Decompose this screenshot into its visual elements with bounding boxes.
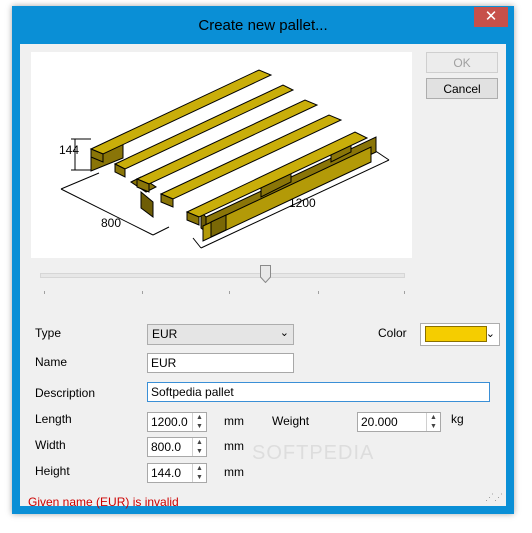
pallet-drawing: 144 800 1200	[59, 69, 390, 249]
spin-down-icon[interactable]: ▼	[193, 473, 206, 482]
height-label: Height	[35, 464, 70, 478]
title-bar[interactable]: Create new pallet... ✕	[12, 6, 514, 44]
slider-tick	[318, 291, 319, 294]
weight-label: Weight	[272, 414, 310, 428]
width-input[interactable]: 800.0 ▲ ▼	[147, 437, 207, 457]
description-input[interactable]: Softpedia pallet	[147, 382, 490, 402]
ok-button[interactable]: OK	[426, 52, 498, 73]
spin-down-icon[interactable]: ▼	[427, 422, 440, 431]
width-label: Width	[35, 438, 66, 452]
slider-tick	[404, 291, 405, 294]
spin-up-icon[interactable]: ▲	[193, 413, 206, 422]
name-label: Name	[35, 355, 68, 369]
color-swatch	[425, 326, 487, 342]
width-unit: mm	[224, 439, 244, 453]
type-label: Type	[35, 326, 62, 340]
type-select-value: EUR	[152, 327, 178, 341]
length-value: 1200.0	[151, 415, 188, 429]
description-label: Description	[35, 386, 96, 400]
dialog-body: 144 800 1200 OK Cancel Type EUR ⌄ Color …	[20, 44, 506, 509]
spin-up-icon[interactable]: ▲	[193, 438, 206, 447]
close-icon: ✕	[484, 8, 498, 25]
spin-up-icon[interactable]: ▲	[193, 464, 206, 473]
weight-input[interactable]: 20.000 ▲ ▼	[357, 412, 441, 432]
height-unit: mm	[224, 465, 244, 479]
length-spinner[interactable]: ▲ ▼	[192, 413, 206, 431]
cancel-button[interactable]: Cancel	[426, 78, 498, 99]
resize-grip-icon[interactable]: ⋰⋰	[485, 492, 503, 503]
length-unit: mm	[224, 414, 244, 428]
pallet-preview: 144 800 1200	[31, 52, 412, 258]
length-label: Length	[35, 412, 72, 426]
chevron-down-icon: ⌄	[485, 328, 495, 340]
spin-up-icon[interactable]: ▲	[427, 413, 440, 422]
width-value: 800.0	[151, 440, 182, 454]
window-title: Create new pallet...	[198, 17, 328, 34]
weight-unit: kg	[451, 412, 464, 426]
watermark: SOFTPEDIA	[252, 442, 375, 464]
spin-down-icon[interactable]: ▼	[193, 447, 206, 456]
width-dimension-label: 800	[101, 216, 121, 230]
status-message: Given name (EUR) is invalid	[28, 495, 179, 509]
name-input[interactable]: EUR	[147, 353, 294, 373]
weight-value: 20.000	[361, 415, 398, 429]
height-spinner[interactable]: ▲ ▼	[192, 464, 206, 482]
slider-tick	[229, 291, 230, 294]
close-button[interactable]: ✕	[474, 7, 508, 27]
height-input[interactable]: 144.0 ▲ ▼	[147, 463, 207, 483]
slider-tick	[142, 291, 143, 294]
weight-spinner[interactable]: ▲ ▼	[426, 413, 440, 431]
type-select[interactable]: EUR ⌄	[147, 324, 294, 345]
width-spinner[interactable]: ▲ ▼	[192, 438, 206, 456]
zoom-slider-thumb[interactable]	[260, 265, 271, 283]
slider-tick	[44, 291, 45, 294]
dialog-window: Create new pallet... ✕ 144 800 1200 OK C…	[12, 6, 514, 514]
zoom-slider-track[interactable]	[40, 273, 405, 278]
length-input[interactable]: 1200.0 ▲ ▼	[147, 412, 207, 432]
spin-down-icon[interactable]: ▼	[193, 422, 206, 431]
chevron-down-icon: ⌄	[279, 327, 289, 339]
length-dimension-label: 1200	[289, 196, 316, 210]
color-label: Color	[378, 326, 407, 340]
height-dimension-label: 144	[59, 143, 79, 157]
height-value: 144.0	[151, 466, 182, 480]
